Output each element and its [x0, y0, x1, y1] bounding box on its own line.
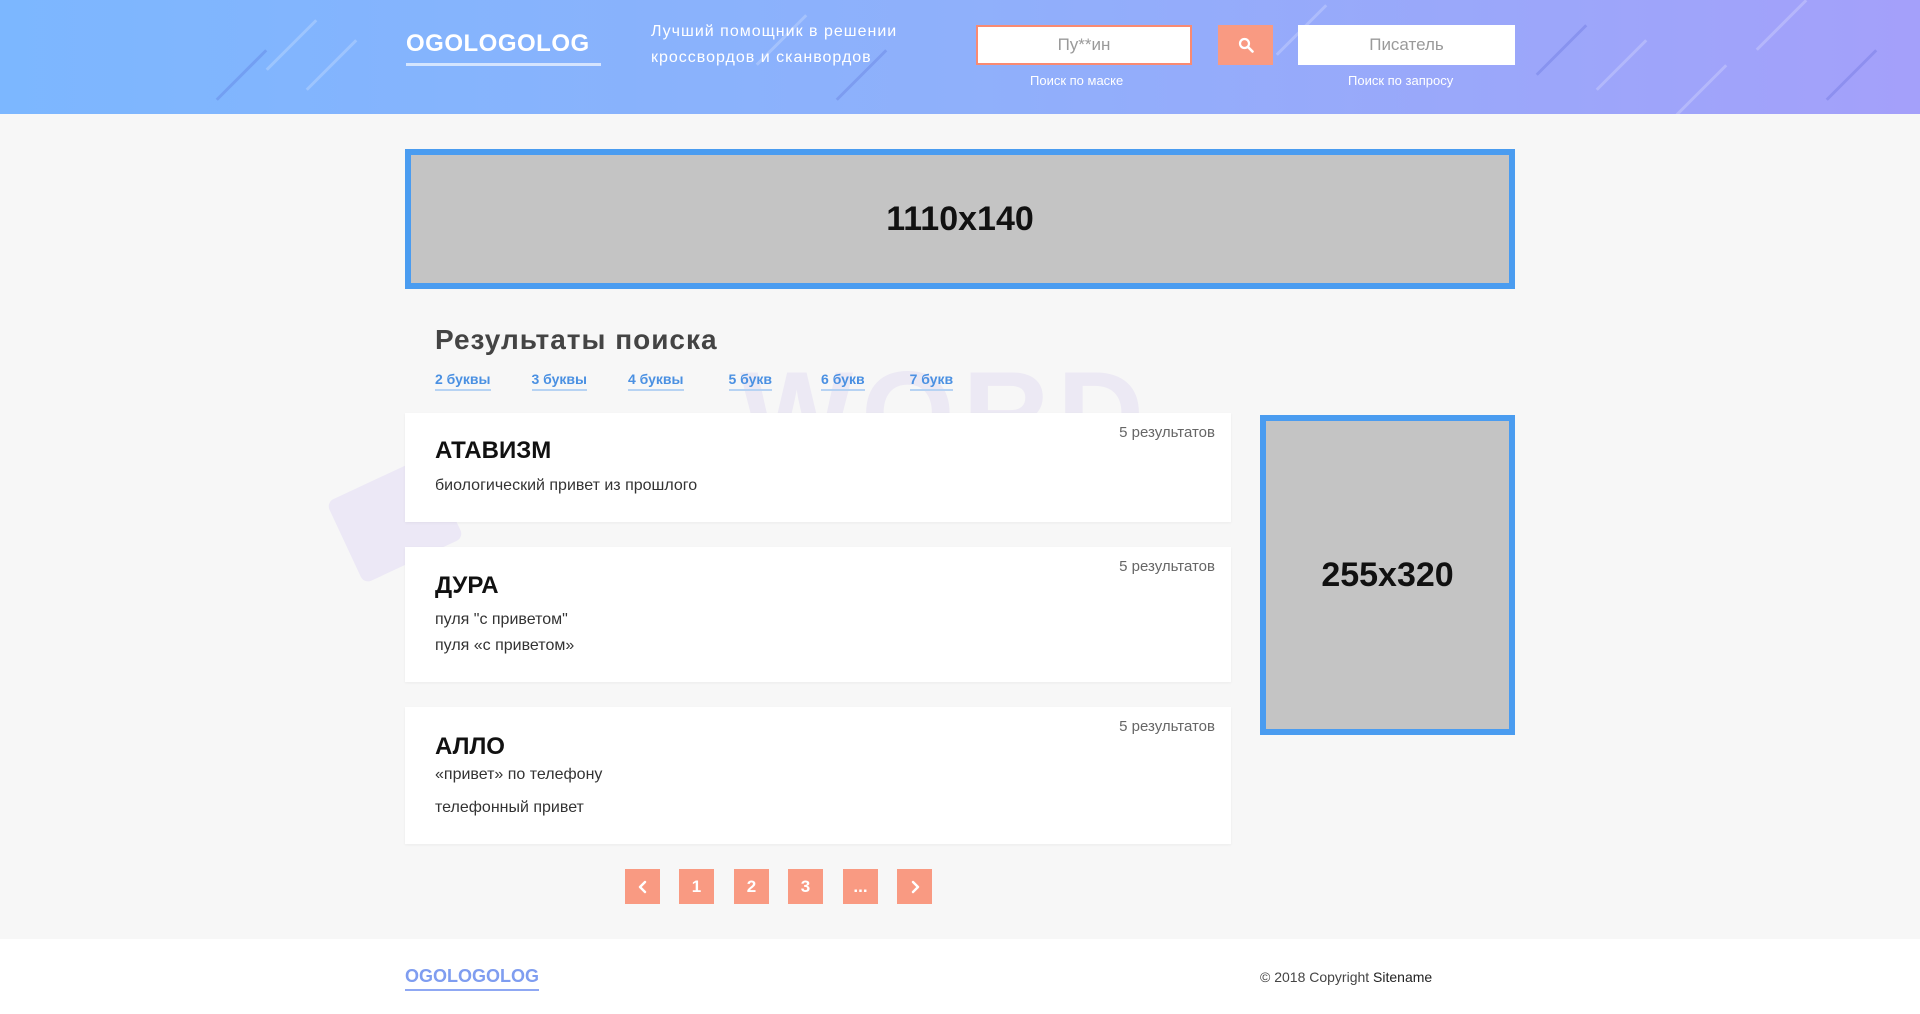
filter-5-letters[interactable]: 5 букв — [728, 371, 773, 391]
result-definition: «привет» по телефону — [435, 766, 603, 783]
decor-stripe — [1825, 49, 1878, 101]
site-logo[interactable]: OGOLOGOLOG — [406, 30, 601, 66]
mask-search-hint: Поиск по маске — [1030, 73, 1124, 88]
result-count: 5 результатов — [1119, 718, 1215, 735]
results-title: Результаты поиска — [435, 324, 718, 355]
decor-stripe — [265, 19, 318, 71]
letter-count-filters: 2 буквы 3 буквы 4 буквы 5 букв 6 букв 7 … — [435, 371, 994, 391]
page-button-3[interactable]: 3 — [788, 869, 823, 904]
decor-stripe — [305, 39, 358, 91]
decor-stripe — [1595, 39, 1648, 91]
footer-logo[interactable]: OGOLOGOLOG — [405, 966, 539, 991]
result-card[interactable]: 5 результатов АЛЛО «привет» по телефону … — [405, 707, 1231, 844]
search-icon — [1238, 37, 1254, 53]
filter-6-letters[interactable]: 6 букв — [821, 371, 865, 391]
filter-4-letters[interactable]: 4 буквы — [628, 371, 684, 391]
copyright: © 2018 Copyright Sitename — [1260, 969, 1432, 985]
result-definition: пуля «с приветом» — [435, 637, 575, 654]
result-count: 5 результатов — [1119, 424, 1215, 441]
search-button[interactable] — [1218, 25, 1273, 65]
result-definition: биологический привет из прошлого — [435, 477, 698, 494]
ad-banner-side-label: 255x320 — [1321, 555, 1454, 594]
decor-stripe — [1755, 0, 1808, 51]
header: OGOLOGOLOG Лучший помощник в решении кро… — [0, 0, 1920, 114]
decor-stripe — [215, 49, 268, 101]
ad-banner-top[interactable]: 1110x140 — [405, 149, 1515, 289]
chevron-left-icon — [638, 880, 646, 893]
decor-stripe — [1675, 64, 1728, 114]
ad-banner-side[interactable]: 255x320 — [1260, 415, 1515, 735]
page-button-1[interactable]: 1 — [679, 869, 714, 904]
filter-3-letters[interactable]: 3 буквы — [531, 371, 587, 391]
filter-2-letters[interactable]: 2 буквы — [435, 371, 491, 391]
footer: OGOLOGOLOG © 2018 Copyright Sitename — [0, 939, 1920, 1014]
result-word[interactable]: АТАВИЗМ — [435, 437, 551, 465]
result-definition: пуля "с приветом" — [435, 611, 568, 628]
result-card[interactable]: 5 результатов ДУРА пуля "с приветом" пул… — [405, 547, 1231, 682]
result-card[interactable]: 5 результатов АТАВИЗМ биологический прив… — [405, 413, 1231, 522]
page-button-more[interactable]: ... — [843, 869, 878, 904]
result-word[interactable]: ДУРА — [435, 572, 499, 600]
filter-7-letters[interactable]: 7 букв — [909, 371, 954, 391]
next-page-button[interactable] — [897, 869, 932, 904]
page-button-2[interactable]: 2 — [734, 869, 769, 904]
query-search-input[interactable] — [1298, 25, 1515, 65]
sitename-link[interactable]: Sitename — [1373, 969, 1432, 985]
copyright-text: © 2018 Copyright — [1260, 969, 1370, 985]
chevron-right-icon — [911, 880, 919, 893]
query-search-hint: Поиск по запросу — [1348, 73, 1454, 88]
mask-search-input[interactable] — [976, 25, 1192, 65]
result-count: 5 результатов — [1119, 558, 1215, 575]
decor-stripe — [1535, 24, 1588, 76]
result-definition: телефонный привет — [435, 799, 584, 816]
result-word[interactable]: АЛЛО — [435, 733, 505, 761]
site-tagline: Лучший помощник в решении кроссвордов и … — [651, 23, 898, 66]
ad-banner-top-label: 1110x140 — [886, 199, 1034, 238]
prev-page-button[interactable] — [625, 869, 660, 904]
